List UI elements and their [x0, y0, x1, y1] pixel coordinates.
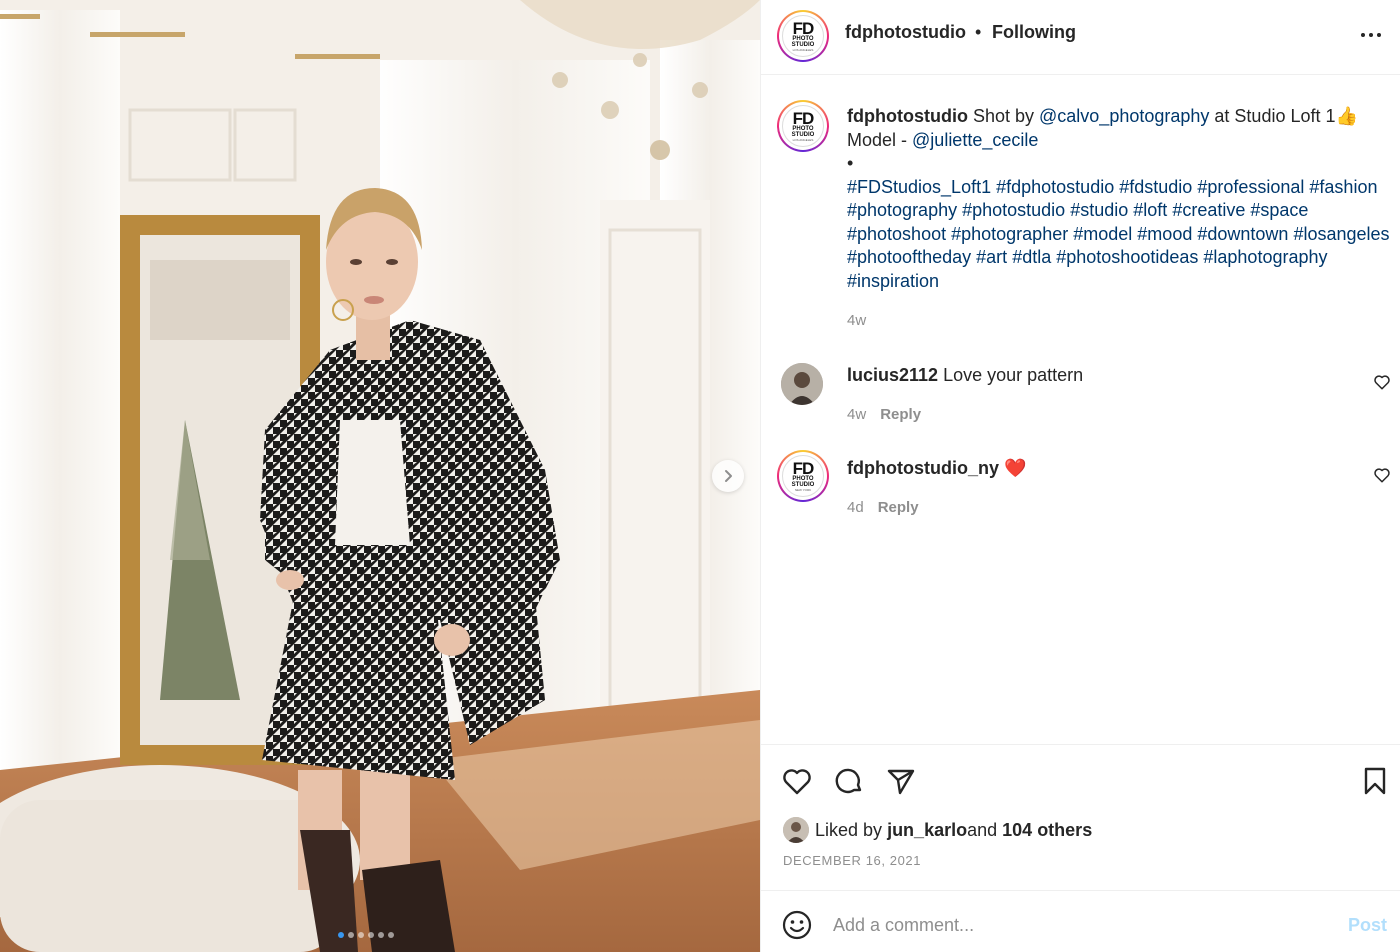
- liker-avatar[interactable]: [783, 817, 809, 843]
- post-actions: Liked by jun_karlo and 104 others DECEMB…: [761, 744, 1400, 890]
- caption-bullet: •: [847, 153, 854, 173]
- comment-username[interactable]: fdphotostudio_ny: [847, 458, 999, 478]
- logo-fd-text: FD: [792, 108, 815, 128]
- separator-dot: •: [975, 22, 982, 42]
- hashtag-link[interactable]: #inspiration: [847, 271, 939, 291]
- post-header: FD PHOTO STUDIO LOS ANGELES fdphotostudi…: [761, 0, 1400, 75]
- caption-text: Model -: [847, 129, 913, 150]
- caption-author-avatar[interactable]: FD PHOTO STUDIO LOS ANGELES: [777, 100, 829, 152]
- commenter-avatar[interactable]: FD PHOTO STUDIO NEW YORK: [777, 450, 829, 502]
- hashtag-link[interactable]: #dtla: [1012, 247, 1051, 267]
- likes-others-link[interactable]: 104 others: [1002, 820, 1092, 841]
- like-comment-heart-icon[interactable]: [1373, 466, 1391, 484]
- logo-fd-text: FD: [792, 458, 815, 478]
- hashtag-link[interactable]: #loft: [1133, 200, 1167, 220]
- logo-location-text: LOS ANGELES: [792, 137, 814, 142]
- bookmark-save-icon[interactable]: [1359, 765, 1391, 797]
- comment-text: lucius2112 Love your pattern: [847, 365, 1083, 386]
- hashtag-link[interactable]: #studio: [1070, 200, 1128, 220]
- author-avatar[interactable]: FD PHOTO STUDIO LOS ANGELES: [777, 10, 829, 62]
- mention-link[interactable]: @juliette_cecile: [912, 130, 1038, 150]
- post-comment-button[interactable]: Post: [1348, 915, 1387, 936]
- likes-prefix: Liked by: [815, 819, 883, 840]
- liker-username[interactable]: jun_karlo: [887, 820, 967, 841]
- caption-text: Shot by: [967, 106, 1040, 126]
- hashtag-link[interactable]: #FDStudios_Loft1: [847, 177, 991, 197]
- carousel-dot: [348, 932, 354, 938]
- carousel-indicator: [338, 932, 394, 938]
- reply-button[interactable]: Reply: [878, 499, 919, 516]
- hashtag-link[interactable]: #space: [1250, 200, 1308, 220]
- comment-composer: Post: [761, 890, 1400, 952]
- hashtag-link[interactable]: #photostudio: [962, 200, 1065, 220]
- emoji-smiley-icon[interactable]: [781, 909, 813, 941]
- hashtag-link[interactable]: #creative: [1172, 200, 1245, 220]
- hashtag-link[interactable]: #photoshootideas: [1056, 247, 1198, 267]
- likes-summary: Liked by jun_karlo and 104 others: [783, 817, 1092, 843]
- comment-username[interactable]: lucius2112: [847, 365, 938, 385]
- like-comment-heart-icon[interactable]: [1373, 373, 1391, 391]
- hashtag-link[interactable]: #photographer: [951, 224, 1068, 244]
- comment-body: Love your pattern: [938, 365, 1084, 385]
- comment-input[interactable]: [833, 909, 1313, 941]
- logo-location-text: NEW YORK: [794, 487, 812, 492]
- post-caption: fdphotostudio Shot by @calvo_photography…: [847, 105, 1392, 293]
- post-photo[interactable]: [0, 0, 760, 952]
- author-username[interactable]: fdphotostudio: [845, 22, 966, 43]
- avatar-photo-icon: [781, 363, 823, 405]
- reply-button[interactable]: Reply: [880, 406, 921, 423]
- post-details-panel: FD PHOTO STUDIO LOS ANGELES fdphotostudi…: [760, 0, 1400, 952]
- likes-middle: and: [967, 819, 998, 840]
- carousel-dot: [338, 932, 344, 938]
- hashtag-link[interactable]: #photooftheday: [847, 247, 971, 267]
- more-options-icon[interactable]: [1361, 24, 1387, 46]
- comment-meta: 4w Reply: [847, 406, 921, 423]
- carousel-dot: [368, 932, 374, 938]
- carousel-dot: [388, 932, 394, 938]
- mention-link[interactable]: @calvo_photography: [1039, 106, 1209, 126]
- hashtag-link[interactable]: #fdphotostudio: [996, 177, 1114, 197]
- hashtag-link[interactable]: #laphotography: [1203, 247, 1327, 267]
- avatar-photo-icon: [783, 817, 809, 843]
- post-date[interactable]: DECEMBER 16, 2021: [783, 853, 921, 868]
- hashtag-list: #FDStudios_Loft1 #fdphotostudio #fdstudi…: [847, 176, 1392, 294]
- like-heart-icon[interactable]: [781, 765, 813, 797]
- hashtag-link[interactable]: #fdstudio: [1119, 177, 1192, 197]
- comment-timestamp[interactable]: 4d: [847, 499, 864, 516]
- hashtag-link[interactable]: #professional: [1197, 177, 1304, 197]
- chevron-right-icon: [725, 470, 732, 482]
- hashtag-link[interactable]: #photography: [847, 200, 957, 220]
- carousel-dot: [358, 932, 364, 938]
- hashtag-link[interactable]: #fashion: [1309, 177, 1377, 197]
- hashtag-link[interactable]: #photoshoot: [847, 224, 946, 244]
- carousel-next-button[interactable]: [712, 460, 744, 492]
- comment-meta: 4d Reply: [847, 499, 919, 516]
- caption-timestamp[interactable]: 4w: [847, 312, 866, 329]
- follow-status-button[interactable]: Following: [992, 22, 1076, 43]
- comment-timestamp[interactable]: 4w: [847, 406, 866, 423]
- comment-body: ❤️: [998, 458, 1027, 478]
- hashtag-link[interactable]: #art: [976, 247, 1007, 267]
- caption-text: at Studio Loft 1👍: [1209, 106, 1358, 126]
- caption-username[interactable]: fdphotostudio: [847, 106, 968, 126]
- carousel-dot: [378, 932, 384, 938]
- share-paper-plane-icon[interactable]: [885, 765, 917, 797]
- hashtag-link[interactable]: #downtown: [1197, 224, 1288, 244]
- hashtag-link[interactable]: #mood: [1137, 224, 1192, 244]
- comment-text: fdphotostudio_ny ❤️: [847, 458, 1026, 479]
- comment-bubble-icon[interactable]: [833, 765, 865, 797]
- photo-scene: [0, 0, 760, 952]
- commenter-avatar[interactable]: [781, 363, 823, 405]
- hashtag-link[interactable]: #losangeles: [1293, 224, 1389, 244]
- logo-location-text: LOS ANGELES: [792, 47, 814, 52]
- logo-fd-text: FD: [792, 18, 815, 38]
- hashtag-link[interactable]: #model: [1073, 224, 1132, 244]
